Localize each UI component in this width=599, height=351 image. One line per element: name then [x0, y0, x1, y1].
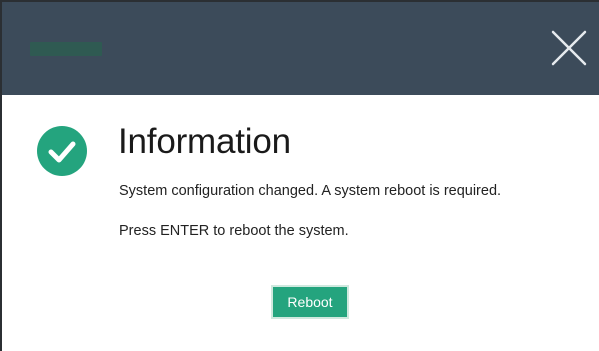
dialog-message: System configuration changed. A system r…: [119, 183, 502, 199]
brand-logo: [30, 42, 102, 56]
reboot-button[interactable]: Reboot: [271, 285, 349, 319]
close-button[interactable]: [543, 22, 595, 74]
information-dialog: Information System configuration changed…: [0, 0, 599, 351]
dialog-instruction: Press ENTER to reboot the system.: [119, 223, 349, 239]
dialog-title: Information: [118, 122, 291, 161]
check-circle-icon: [36, 125, 88, 177]
close-icon: [551, 30, 587, 66]
dialog-titlebar: [2, 2, 599, 95]
dialog-content: Information System configuration changed…: [2, 95, 599, 351]
